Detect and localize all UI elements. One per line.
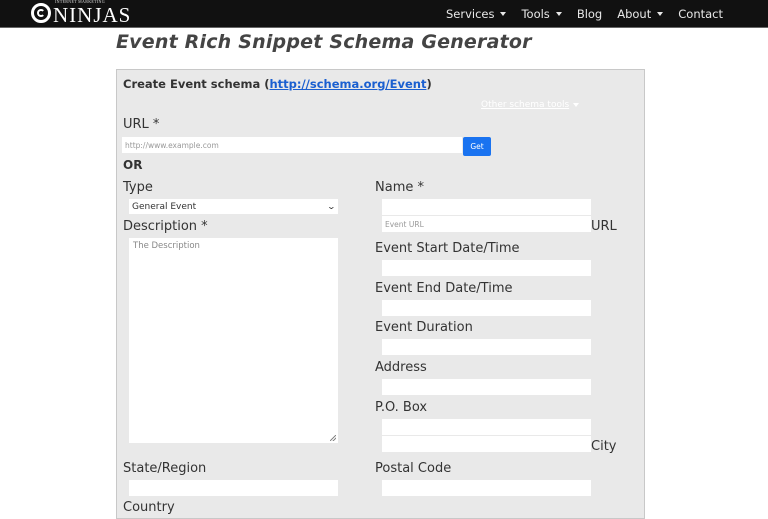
chevron-down-icon: ⌄ — [326, 202, 337, 211]
ninja-swirl-icon — [31, 3, 51, 23]
url-suffix-label: URL — [591, 219, 617, 234]
name-label: Name * — [375, 180, 424, 195]
logo-tagline: INTERNET MARKETING — [55, 0, 105, 4]
event-schema-form: Create Event schema (http://schema.org/E… — [116, 69, 645, 519]
city-input[interactable] — [382, 436, 591, 452]
form-heading: Create Event schema (http://schema.org/E… — [123, 77, 432, 91]
duration-label: Event Duration — [375, 320, 473, 335]
description-textarea[interactable]: The Description — [129, 238, 338, 443]
url-label: URL * — [123, 117, 160, 132]
other-schema-tools-dropdown[interactable]: Other schema tools — [481, 100, 580, 110]
duration-input[interactable] — [382, 339, 591, 355]
nav-services[interactable]: Services — [446, 7, 507, 21]
type-select[interactable]: General Event ⌄ — [129, 199, 338, 214]
address-label: Address — [375, 360, 427, 375]
caret-down-icon — [500, 11, 507, 16]
state-region-label: State/Region — [123, 461, 207, 476]
name-input[interactable] — [382, 199, 591, 215]
postal-code-label: Postal Code — [375, 461, 452, 476]
caret-down-icon — [573, 103, 580, 107]
or-label: OR — [123, 158, 143, 172]
po-box-input[interactable] — [382, 419, 591, 435]
schema-org-link[interactable]: http://schema.org/Event — [269, 77, 426, 91]
city-label: City — [591, 439, 617, 454]
logo-text: NINJAS — [53, 3, 132, 27]
url-input[interactable]: http://www.example.com — [122, 137, 462, 153]
description-label: Description * — [123, 219, 208, 234]
end-datetime-label: Event End Date/Time — [375, 281, 513, 296]
nav-tools[interactable]: Tools — [521, 7, 562, 21]
resize-handle-icon[interactable] — [330, 435, 336, 441]
nav-about[interactable]: About — [617, 7, 664, 21]
caret-down-icon — [555, 11, 562, 16]
address-input[interactable] — [382, 379, 591, 395]
caret-down-icon — [657, 11, 664, 16]
nav-contact[interactable]: Contact — [678, 7, 723, 21]
page-title: Event Rich Snippet Schema Generator — [116, 31, 532, 53]
po-box-label: P.O. Box — [375, 400, 428, 415]
country-label: Country — [123, 500, 175, 515]
top-navbar: INTERNET MARKETING NINJAS Services Tools… — [0, 0, 768, 28]
end-datetime-input[interactable] — [382, 300, 591, 316]
nav-blog[interactable]: Blog — [577, 7, 602, 21]
logo[interactable]: INTERNET MARKETING NINJAS — [31, 0, 131, 26]
main-nav: Services Tools Blog About Contact — [431, 0, 723, 27]
type-label: Type — [123, 180, 153, 195]
postal-code-input[interactable] — [382, 480, 591, 496]
event-url-input[interactable]: Event URL — [382, 216, 591, 232]
get-button[interactable]: Get — [463, 137, 491, 156]
state-region-input[interactable] — [129, 480, 338, 496]
start-datetime-input[interactable] — [382, 260, 591, 276]
start-datetime-label: Event Start Date/Time — [375, 241, 520, 256]
